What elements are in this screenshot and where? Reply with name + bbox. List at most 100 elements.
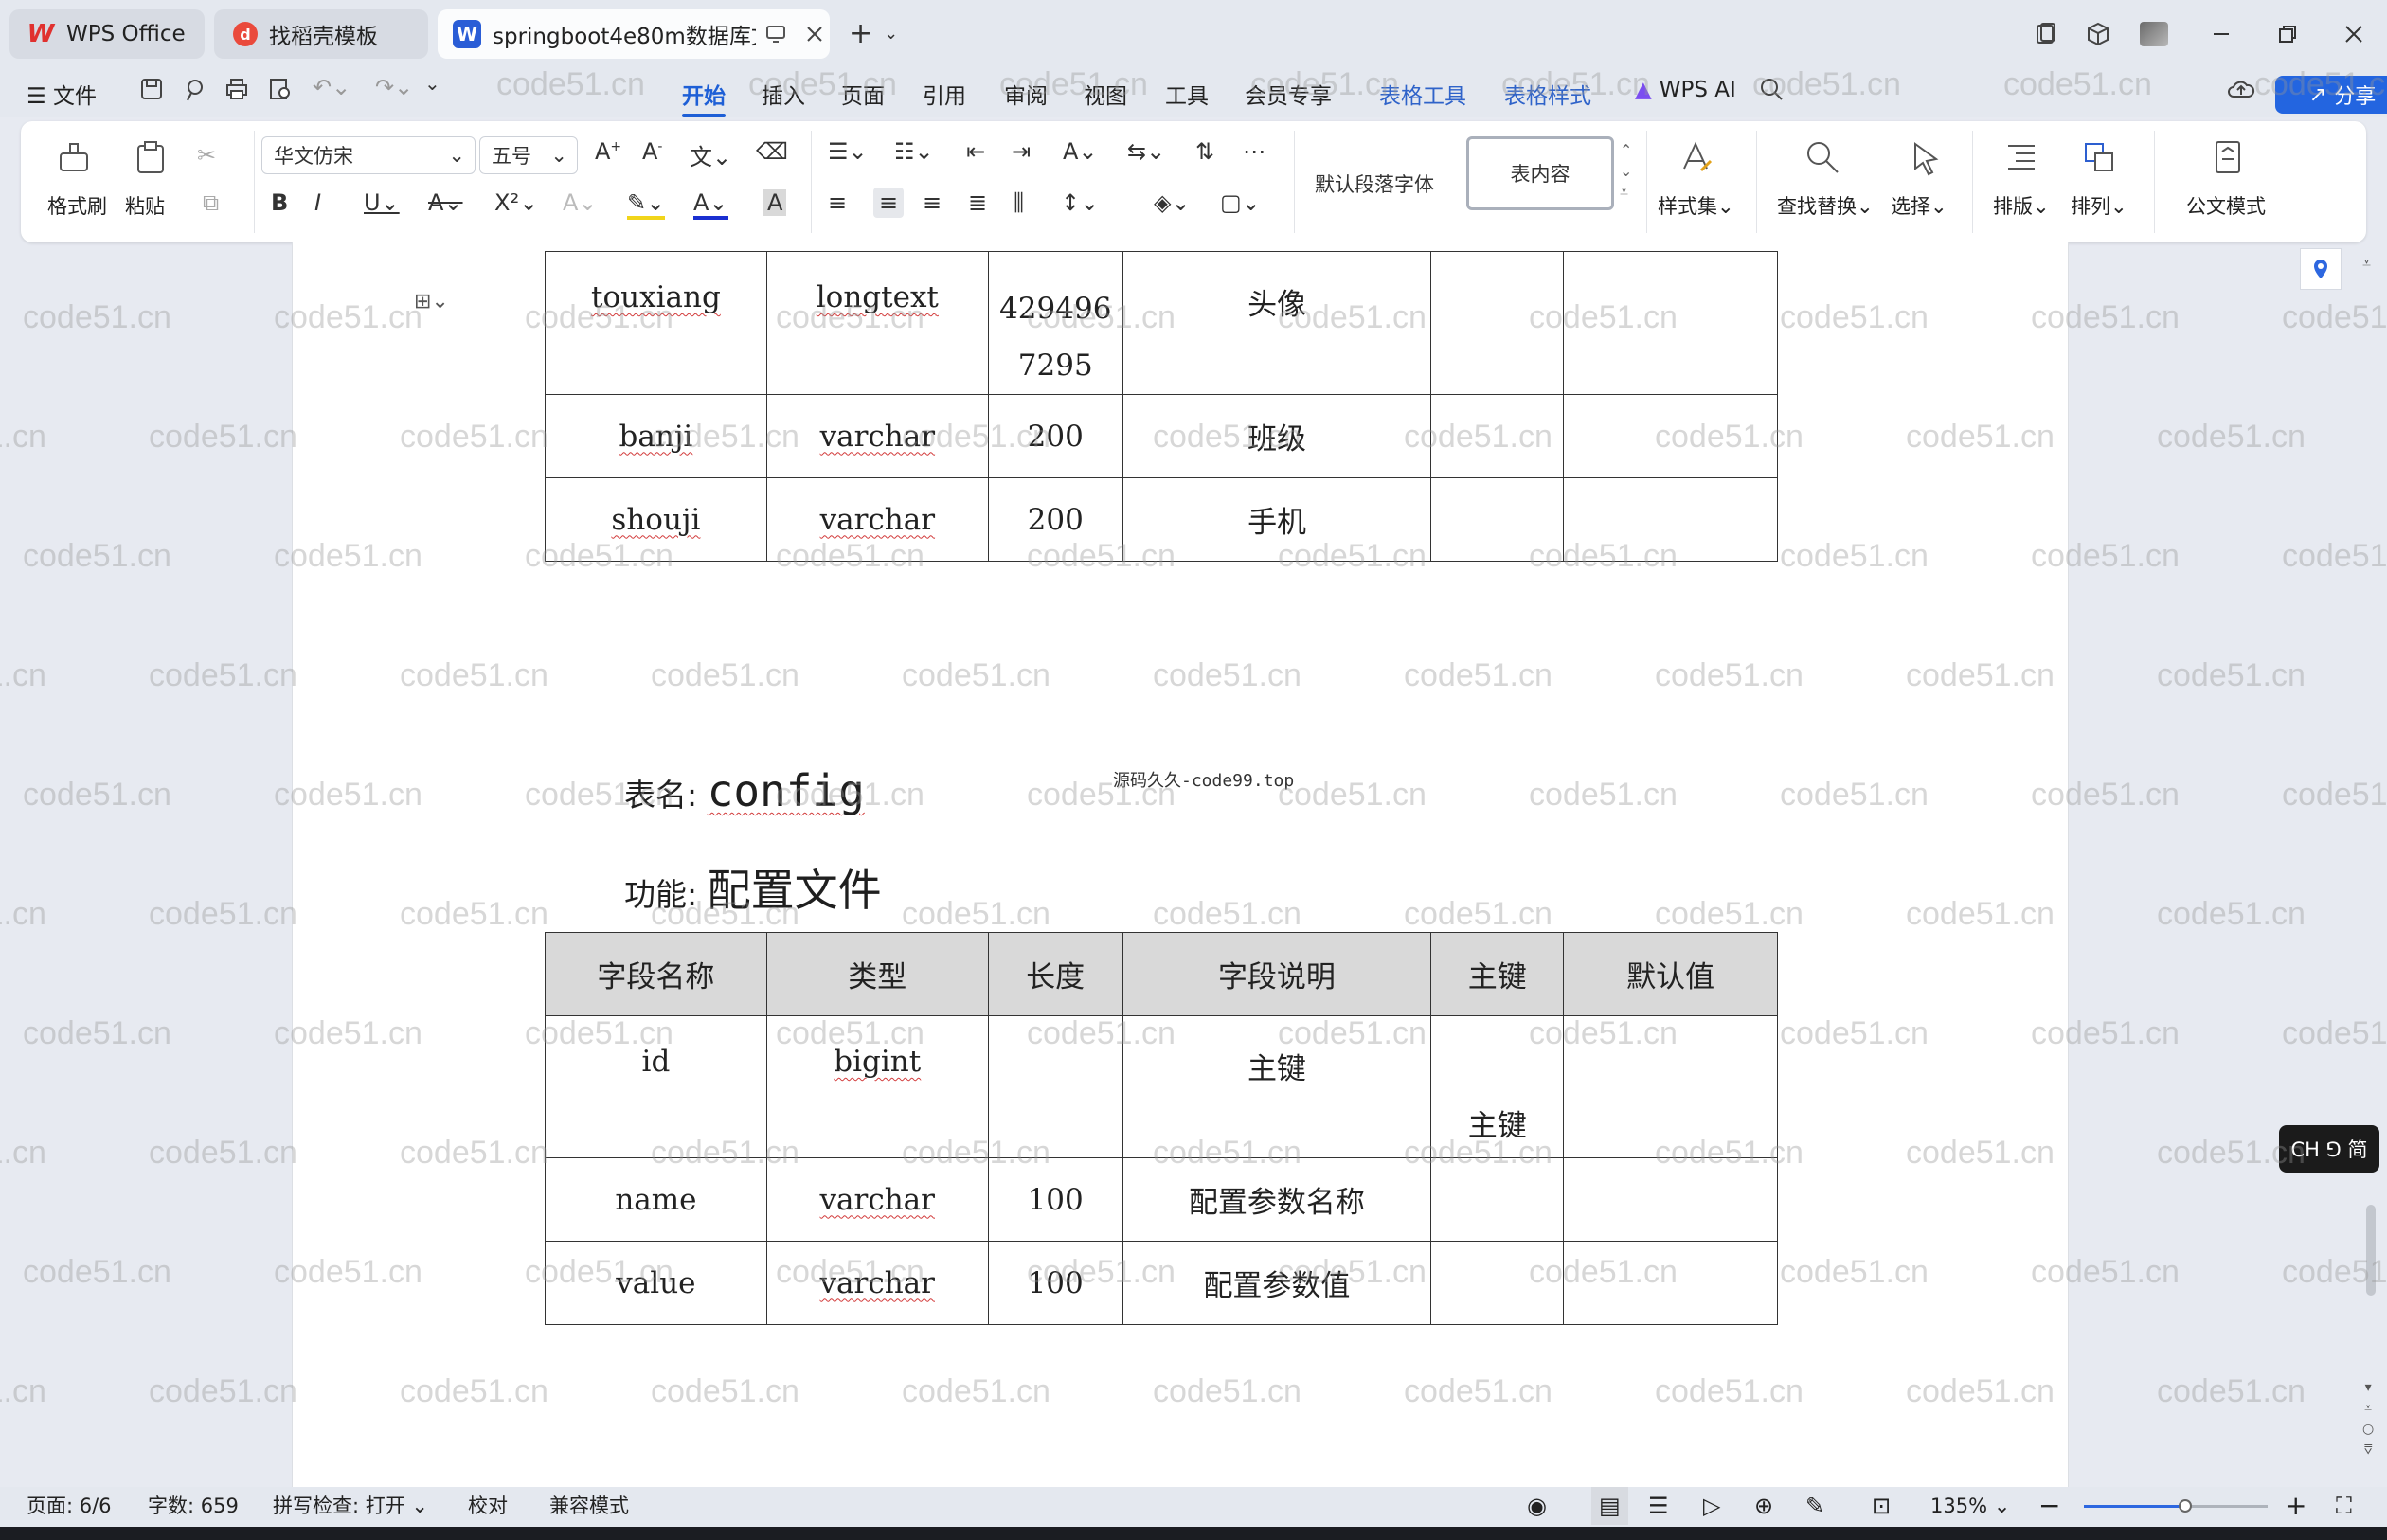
undo-icon[interactable]: ↶⌄	[313, 74, 350, 100]
italic-icon[interactable]: I	[314, 189, 321, 216]
line-spacing-icon[interactable]: ↕⌄	[1061, 189, 1099, 216]
align-center-icon[interactable]: ≡	[873, 188, 905, 218]
official-mode-label[interactable]: 公文模式	[2186, 191, 2266, 220]
cell-type[interactable]: bigint	[765, 1015, 989, 1158]
menu-page[interactable]: 页面	[841, 78, 885, 110]
cell-desc[interactable]: 配置参数值	[1122, 1241, 1432, 1325]
style-set-icon[interactable]	[1677, 138, 1714, 176]
numbered-list-icon[interactable]: ☷⌄	[894, 138, 934, 165]
tab-template[interactable]: d 找稻壳模板	[214, 9, 428, 59]
decrease-indent-icon[interactable]: ⇤	[966, 138, 985, 165]
cell-pk[interactable]	[1430, 394, 1565, 478]
phonetic-icon[interactable]: 文⌄	[690, 138, 731, 171]
cut-icon[interactable]: ✂	[197, 142, 216, 169]
zoom-in-icon[interactable]: +	[2285, 1487, 2306, 1525]
document-page[interactable]: ⊞⌄ touxiang longtext 429496 7295 头像 banji…	[292, 242, 2069, 1487]
cell-field-name[interactable]: name	[545, 1157, 767, 1242]
play-icon[interactable]: ▷	[1703, 1487, 1720, 1525]
cell-type[interactable]: varchar	[765, 394, 989, 478]
cell-pk[interactable]	[1430, 477, 1565, 562]
cell-length[interactable]: 429496 7295	[987, 251, 1123, 395]
web-view-icon[interactable]: ⊕	[1754, 1487, 1773, 1525]
fields-table-continued[interactable]: touxiang longtext 429496 7295 头像 banji va…	[545, 251, 1778, 562]
border-icon[interactable]: ▢⌄	[1220, 189, 1261, 216]
sort-icon[interactable]: ⇅	[1195, 138, 1214, 165]
fields-table-config[interactable]: 字段名称 类型 长度 字段说明 主键 默认值 id bigint 主键 主键 n…	[545, 932, 1778, 1325]
find-replace-icon[interactable]	[1804, 138, 1841, 176]
style-table-content[interactable]: 表内容	[1466, 136, 1614, 210]
menu-table-tools[interactable]: 表格工具	[1379, 78, 1466, 110]
menu-tools[interactable]: 工具	[1165, 78, 1209, 110]
proofread[interactable]: 校对	[468, 1487, 508, 1525]
search-icon[interactable]	[1758, 76, 1785, 102]
cell-default[interactable]	[1563, 1241, 1778, 1325]
cell-field-name[interactable]: id	[545, 1015, 767, 1158]
cell-desc[interactable]: 配置参数名称	[1122, 1157, 1432, 1242]
save-icon[interactable]	[138, 76, 165, 102]
menu-view[interactable]: 视图	[1084, 78, 1127, 110]
highlight-icon[interactable]: ✎⌄	[627, 189, 666, 220]
cell-desc[interactable]: 手机	[1122, 477, 1432, 562]
select-label[interactable]: 选择⌄	[1891, 191, 1947, 220]
menu-file[interactable]: ☰ 文件	[27, 78, 97, 110]
cell-type[interactable]: longtext	[765, 251, 989, 395]
outline-view-icon[interactable]: ☰	[1648, 1487, 1669, 1525]
superscript-icon[interactable]: X²⌄	[494, 189, 538, 216]
cell-desc[interactable]: 班级	[1122, 394, 1432, 478]
align-right-icon[interactable]: ≡	[923, 189, 942, 216]
vertical-scrollbar[interactable]	[2366, 1205, 2376, 1296]
paste-icon[interactable]	[133, 138, 170, 176]
arrange-icon[interactable]	[2080, 138, 2118, 176]
cell-pk[interactable]	[1430, 1241, 1565, 1325]
font-name-select[interactable]: 华文仿宋 ⌄	[261, 136, 476, 174]
cell-default[interactable]	[1563, 394, 1778, 478]
cell-pk[interactable]	[1430, 251, 1565, 395]
underline-icon[interactable]: U⌄	[364, 189, 400, 216]
cell-field-name[interactable]: shouji	[545, 477, 767, 562]
clear-format-icon[interactable]: ⌫	[756, 138, 788, 165]
table-row[interactable]: banji varchar 200 班级	[545, 394, 1778, 478]
page-nav-icon[interactable]: ▾ ⩡ ○ ⩢	[2362, 1377, 2374, 1460]
table-row[interactable]: shouji varchar 200 手机	[545, 477, 1778, 562]
convert-icon[interactable]: ⇆⌄	[1127, 138, 1165, 165]
minimize-icon[interactable]	[2202, 15, 2240, 53]
format-painter-icon[interactable]	[55, 138, 93, 176]
screen-icon[interactable]	[765, 25, 786, 44]
menu-insert[interactable]: 插入	[762, 78, 805, 110]
layout-label[interactable]: 排版⌄	[1993, 191, 2050, 220]
zoom-slider[interactable]	[2084, 1499, 2268, 1513]
font-color-icon[interactable]: A⌄	[693, 189, 728, 220]
cell-length[interactable]	[987, 1015, 1123, 1158]
menu-reference[interactable]: 引用	[923, 78, 966, 110]
paste-label[interactable]: 粘贴	[125, 191, 165, 220]
copy-icon[interactable]: ⧉	[203, 189, 219, 216]
fit-page-icon[interactable]: ⊡	[1872, 1487, 1891, 1525]
more-icon[interactable]: ⌄	[424, 72, 440, 95]
char-shading-icon[interactable]: A	[763, 189, 787, 216]
spell-check[interactable]: 拼写检查: 打开 ⌄	[273, 1487, 428, 1525]
official-doc-icon[interactable]	[2209, 138, 2247, 176]
function-line[interactable]: 功能: 配置文件	[624, 856, 882, 919]
cube-icon[interactable]	[2079, 15, 2117, 53]
export-pdf-icon[interactable]	[182, 76, 208, 102]
cell-length[interactable]: 200	[987, 394, 1123, 478]
restore-icon[interactable]	[2269, 15, 2306, 53]
table-name-line[interactable]: 表名: config	[624, 765, 865, 816]
bold-icon[interactable]: B	[271, 189, 288, 216]
distribute-icon[interactable]: ⫼	[1014, 189, 1024, 216]
justify-icon[interactable]: ≣	[968, 189, 987, 216]
cell-length[interactable]: 200	[987, 477, 1123, 562]
format-painter-label[interactable]: 格式刷	[47, 191, 107, 220]
page-view-icon[interactable]: ▤	[1591, 1487, 1628, 1525]
cell-desc[interactable]: 头像	[1122, 251, 1432, 395]
cell-field-name[interactable]: banji	[545, 394, 767, 478]
menu-table-style[interactable]: 表格样式	[1504, 78, 1591, 110]
cell-length[interactable]: 100	[987, 1157, 1123, 1242]
cell-default[interactable]	[1563, 477, 1778, 562]
print-preview-icon[interactable]	[267, 76, 294, 102]
cell-desc[interactable]: 主键	[1122, 1015, 1432, 1158]
show-marks-icon[interactable]: ⋯	[1243, 138, 1265, 165]
find-replace-label[interactable]: 查找替换⌄	[1777, 191, 1874, 220]
table-row[interactable]: name varchar 100 配置参数名称	[545, 1157, 1778, 1242]
cell-type[interactable]: varchar	[765, 1157, 989, 1242]
